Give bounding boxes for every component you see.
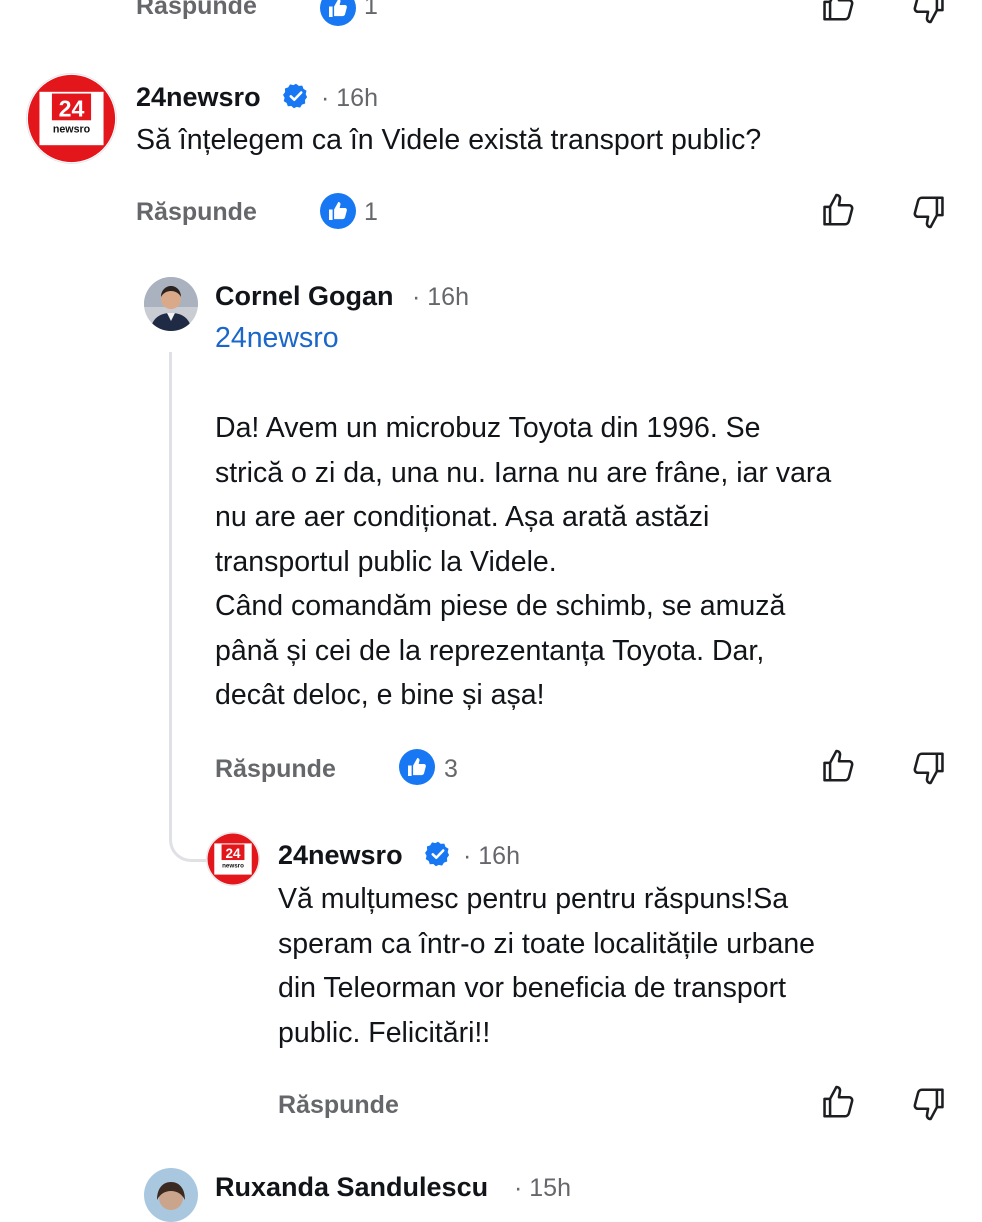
reply-button[interactable]: Răspunde [215, 755, 336, 784]
avatar[interactable] [144, 277, 198, 331]
like-count: 1 [364, 0, 378, 20]
thumbs-down-icon[interactable] [910, 0, 948, 26]
svg-text:newsro: newsro [53, 124, 91, 136]
thumbs-down-icon[interactable] [910, 193, 948, 231]
like-count: 3 [444, 755, 458, 783]
like-reaction-icon [320, 193, 356, 229]
thumbs-up-icon[interactable] [819, 0, 857, 24]
thumbs-down-icon[interactable] [910, 749, 948, 787]
comment-text: Să înțelegem ca în Videle există transpo… [136, 124, 762, 156]
thumbs-down-icon[interactable] [910, 1085, 948, 1123]
comment-time[interactable]: · 16h [463, 842, 520, 871]
thumbs-up-icon[interactable] [819, 747, 857, 785]
24newsro-logo: 24 newsro [27, 74, 116, 163]
reply-button[interactable]: Răspunde [278, 1091, 399, 1120]
svg-text:newsro: newsro [222, 862, 244, 869]
thumbs-up-icon[interactable] [819, 191, 857, 229]
comment-author[interactable]: Cornel Gogan [215, 281, 394, 312]
comment-time[interactable]: · 15h [514, 1174, 571, 1203]
comment-author[interactable]: 24newsro [278, 840, 403, 871]
svg-text:24: 24 [59, 96, 85, 122]
comment-text: Da! Avem un microbuz Toyota din 1996. Se… [215, 412, 832, 711]
verified-badge-icon [424, 840, 452, 868]
thumbs-up-icon[interactable] [819, 1083, 857, 1121]
verified-badge-icon [282, 82, 310, 110]
like-reaction-icon [320, 0, 356, 26]
avatar[interactable]: 24 newsro [26, 73, 117, 164]
reply-button[interactable]: Răspunde [136, 198, 257, 227]
like-count: 1 [364, 198, 378, 226]
comment-time[interactable]: · 16h [412, 283, 469, 312]
like-reaction-icon [399, 749, 435, 785]
avatar[interactable]: 24 newsro [206, 832, 260, 886]
reply-button[interactable]: Răspunde [136, 0, 257, 21]
thread-line [169, 352, 206, 862]
comment-author[interactable]: Ruxanda Sandulescu [215, 1172, 488, 1203]
mention-link[interactable]: 24newsro [215, 322, 339, 355]
comment-text: Vă mulțumesc pentru pentru răspuns!Sa sp… [278, 883, 816, 1049]
24newsro-logo: 24 newsro [207, 833, 259, 885]
comment-time[interactable]: · 16h [321, 84, 378, 113]
svg-text:24: 24 [225, 846, 241, 861]
comment-author[interactable]: 24newsro [136, 82, 261, 113]
avatar[interactable] [144, 1168, 198, 1222]
